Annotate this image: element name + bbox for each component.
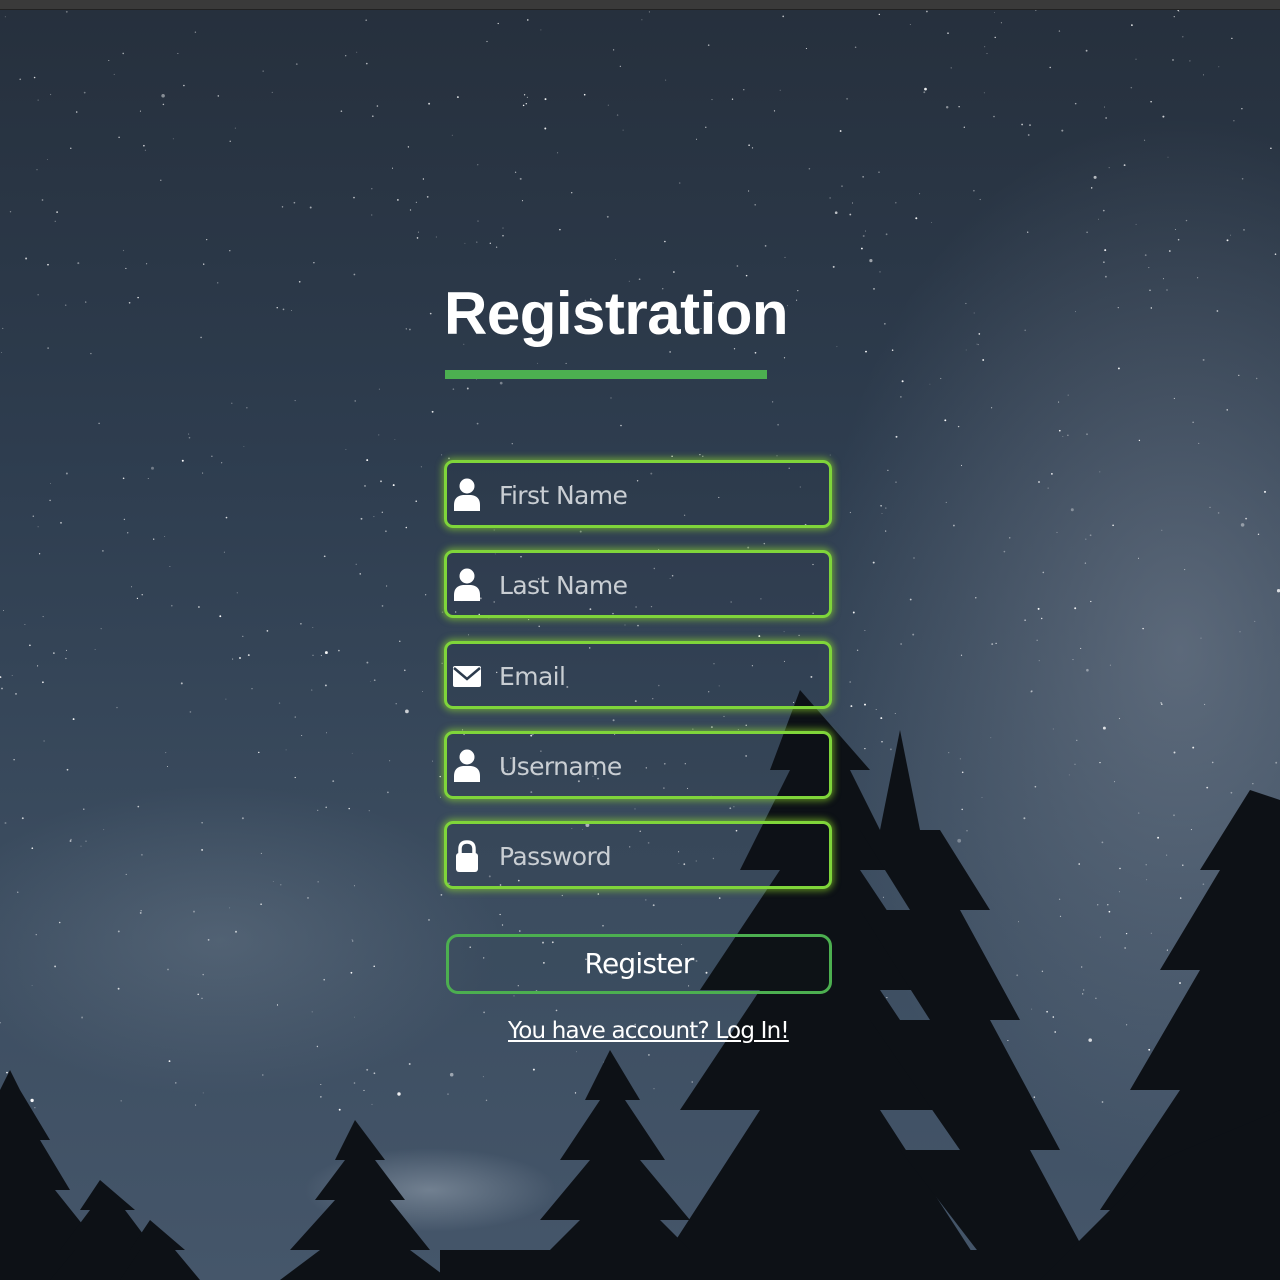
page-title: Registration <box>444 280 789 347</box>
email-placeholder: Email <box>499 662 566 691</box>
username-placeholder: Username <box>499 752 622 781</box>
window-top-bar <box>0 0 1280 10</box>
user-icon <box>451 748 483 784</box>
first-name-field[interactable]: First Name <box>444 460 832 528</box>
last-name-placeholder: Last Name <box>499 571 628 600</box>
email-field[interactable]: Email <box>444 641 832 709</box>
register-button[interactable]: Register <box>446 934 832 994</box>
user-icon <box>451 477 483 513</box>
first-name-placeholder: First Name <box>499 481 628 510</box>
login-link[interactable]: You have account? Log In! <box>508 1016 790 1046</box>
username-field[interactable]: Username <box>444 731 832 799</box>
password-field[interactable]: Password <box>444 821 832 889</box>
user-icon <box>451 567 483 603</box>
lock-icon <box>451 838 483 874</box>
envelope-icon <box>451 658 483 694</box>
title-underline <box>445 370 767 379</box>
last-name-field[interactable]: Last Name <box>444 550 832 618</box>
password-placeholder: Password <box>499 842 612 871</box>
